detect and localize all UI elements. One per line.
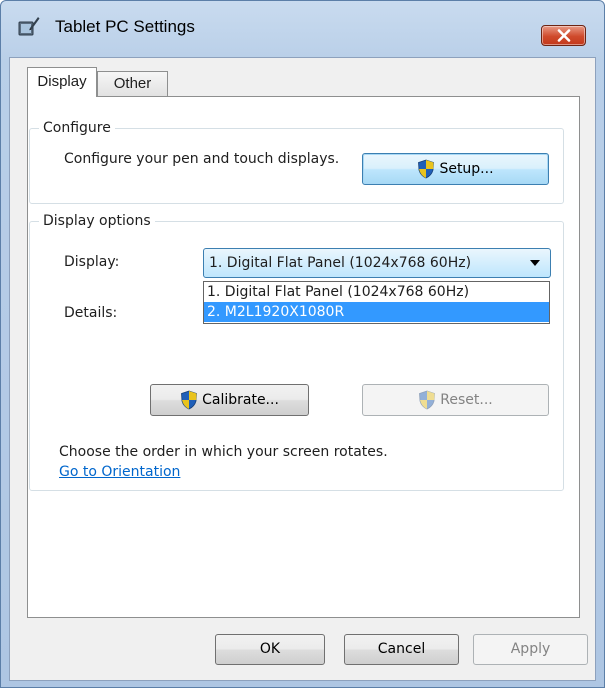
close-icon [557,29,571,42]
tab-other[interactable]: Other [97,71,168,97]
display-option-1[interactable]: 1. Digital Flat Panel (1024x768 60Hz) [204,282,549,302]
reset-button-label: Reset... [440,392,493,408]
reset-button[interactable]: Reset... [362,384,549,416]
display-dropdown-list[interactable]: 1. Digital Flat Panel (1024x768 60Hz) 2.… [203,281,550,324]
window-title: Tablet PC Settings [55,17,195,36]
dialog-client-area: Display Other Configure Configure your p… [9,57,596,681]
close-button[interactable] [541,25,586,46]
title-bar[interactable]: Tablet PC Settings [1,1,604,46]
uac-shield-icon [419,390,436,410]
tablet-pc-settings-window: Tablet PC Settings Display Other Configu… [0,0,605,688]
configure-description: Configure your pen and touch displays. [64,151,340,167]
uac-shield-icon [181,390,198,410]
display-option-2[interactable]: 2. M2L1920X1080R [204,302,549,322]
display-select-value: 1. Digital Flat Panel (1024x768 60Hz) [209,255,472,271]
display-label: Display: [64,254,120,270]
chevron-down-icon [530,260,540,266]
orientation-description: Choose the order in which your screen ro… [59,444,388,460]
uac-shield-icon [418,159,435,179]
cancel-button[interactable]: Cancel [344,634,459,665]
details-label: Details: [64,305,118,321]
setup-button[interactable]: Setup... [362,153,549,185]
go-to-orientation-link[interactable]: Go to Orientation [59,463,180,481]
apply-button[interactable]: Apply [473,634,588,665]
display-select[interactable]: 1. Digital Flat Panel (1024x768 60Hz) [203,248,551,278]
configure-group-label: Configure [39,119,115,137]
tablet-pen-icon [18,15,40,37]
calibrate-button-label: Calibrate... [202,392,279,408]
display-options-group-label: Display options [39,212,155,230]
calibrate-button[interactable]: Calibrate... [150,384,309,416]
ok-button[interactable]: OK [215,634,325,665]
tab-display[interactable]: Display [27,67,97,97]
setup-button-label: Setup... [439,161,494,177]
